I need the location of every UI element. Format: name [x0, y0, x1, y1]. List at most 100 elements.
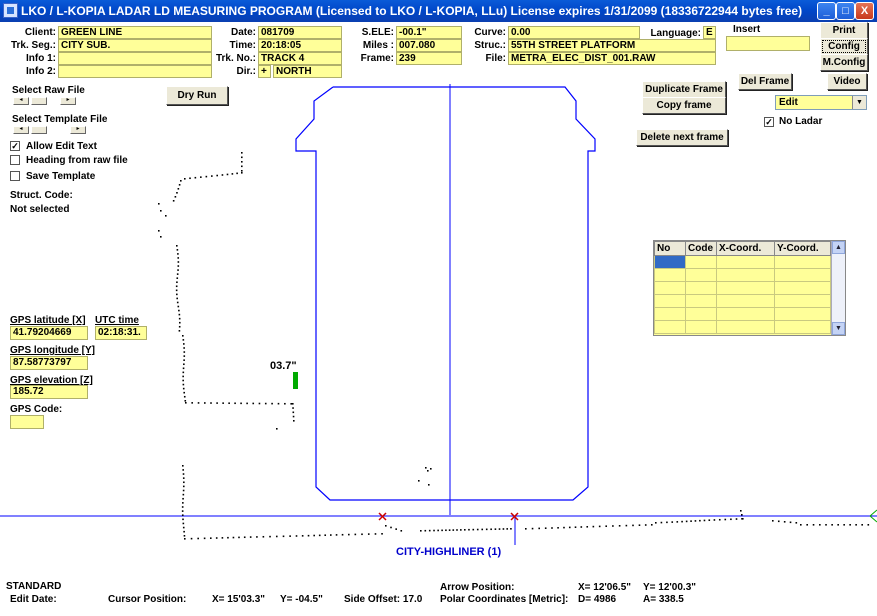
table-cell[interactable]: [685, 268, 717, 282]
grid-scrollbar[interactable]: ▲ ▼: [831, 241, 845, 335]
config-button[interactable]: Config: [820, 38, 868, 55]
table-cell[interactable]: [716, 281, 775, 295]
table-row[interactable]: [654, 281, 831, 295]
ladar-point: [292, 411, 295, 414]
date-field[interactable]: 081709: [258, 26, 342, 39]
table-cell[interactable]: [685, 320, 717, 334]
del-frame-button[interactable]: Del Frame: [738, 73, 792, 90]
template-middle-button[interactable]: [31, 126, 47, 134]
ladar-point: [456, 529, 458, 531]
table-cell[interactable]: [685, 281, 717, 295]
info2-field[interactable]: [58, 65, 212, 78]
raw-prev-button[interactable]: ◂: [13, 97, 29, 105]
ladar-point: [831, 524, 833, 526]
table-cell[interactable]: [716, 307, 775, 321]
table-cell[interactable]: [685, 307, 717, 321]
struc-field[interactable]: 55TH STREET PLATFORM: [508, 39, 716, 52]
frame-field[interactable]: 239: [396, 52, 462, 65]
template-prev-button[interactable]: ◂: [13, 126, 29, 134]
language-field[interactable]: E: [703, 26, 716, 39]
table-cell[interactable]: [685, 294, 717, 308]
raw-next-button[interactable]: ▸: [60, 97, 76, 105]
table-cell[interactable]: [774, 255, 831, 269]
allow-edit-text-label: Allow Edit Text: [26, 141, 97, 152]
status-mode: STANDARD: [6, 581, 62, 592]
ladar-point: [194, 176, 197, 179]
copy-frame-button[interactable]: Copy frame: [642, 97, 726, 114]
template-next-button[interactable]: ▸: [70, 126, 86, 134]
ladar-point: [177, 305, 180, 308]
ladar-point: [197, 537, 199, 540]
table-cell[interactable]: [774, 294, 831, 308]
print-button[interactable]: Print: [820, 22, 868, 39]
table-cell[interactable]: [774, 281, 831, 295]
curve-field[interactable]: 0.00: [508, 26, 640, 39]
utc-field[interactable]: 02:18:31.: [95, 326, 147, 340]
gps-lat-field[interactable]: 41.79204669: [10, 326, 88, 340]
language-label: Language:: [650, 28, 701, 39]
table-cell[interactable]: [774, 268, 831, 282]
ladar-point: [176, 249, 179, 251]
col-y-coord[interactable]: Y-Coord.: [774, 241, 831, 256]
ladar-point: [812, 524, 815, 526]
table-cell[interactable]: [654, 268, 686, 282]
table-cell[interactable]: [685, 255, 717, 269]
ladar-point: [740, 510, 742, 512]
coordinates-grid[interactable]: No Code X-Coord. Y-Coord. ▲ ▼: [653, 240, 846, 336]
table-row[interactable]: [654, 307, 831, 321]
client-field[interactable]: GREEN LINE: [58, 26, 212, 39]
video-button[interactable]: Video: [827, 73, 867, 90]
col-code[interactable]: Code: [685, 241, 717, 256]
table-cell[interactable]: [654, 255, 686, 269]
heading-from-raw-checkbox[interactable]: [10, 155, 20, 165]
file-field[interactable]: METRA_ELEC_DIST_001.RAW: [508, 52, 716, 65]
table-cell[interactable]: [654, 320, 686, 334]
table-cell[interactable]: [654, 281, 686, 295]
save-template-checkbox[interactable]: [10, 171, 20, 181]
ladar-point: [361, 533, 363, 536]
table-cell[interactable]: [716, 294, 775, 308]
table-cell[interactable]: [716, 320, 775, 334]
allow-edit-text-checkbox[interactable]: ✓: [10, 141, 20, 151]
insert-field[interactable]: [726, 36, 810, 51]
scroll-down-icon[interactable]: ▼: [832, 322, 845, 335]
table-cell[interactable]: [774, 307, 831, 321]
gps-lon-field[interactable]: 87.58773797: [10, 356, 88, 370]
table-cell[interactable]: [716, 255, 775, 269]
delete-next-frame-button[interactable]: Delete next frame: [636, 129, 728, 146]
ladar-point: [177, 265, 180, 267]
time-field[interactable]: 20:18:05: [258, 39, 342, 52]
table-row[interactable]: [654, 294, 831, 308]
dir-field[interactable]: NORTH: [273, 65, 342, 78]
ladar-point: [681, 520, 683, 523]
gps-elev-field[interactable]: 185.72: [10, 385, 88, 399]
table-row[interactable]: [654, 255, 831, 269]
info1-field[interactable]: [58, 52, 212, 65]
table-row[interactable]: [654, 320, 831, 334]
trk-no-field[interactable]: TRACK 4: [258, 52, 342, 65]
dry-run-button[interactable]: Dry Run: [166, 86, 228, 105]
table-row[interactable]: [654, 268, 831, 282]
table-cell[interactable]: [774, 320, 831, 334]
raw-middle-button[interactable]: [31, 97, 47, 105]
ladar-point: [241, 161, 243, 163]
ladar-point: [249, 536, 252, 538]
table-cell[interactable]: [654, 307, 686, 321]
struct-code-label: Struct. Code:: [10, 190, 73, 201]
chevron-down-icon[interactable]: ▼: [852, 96, 866, 109]
gps-code-field[interactable]: [10, 415, 44, 429]
col-x-coord[interactable]: X-Coord.: [716, 241, 775, 256]
ladar-point: [441, 529, 443, 532]
duplicate-frame-button[interactable]: Duplicate Frame: [642, 81, 726, 98]
sele-field[interactable]: -00.1": [396, 26, 462, 39]
scroll-up-icon[interactable]: ▲: [832, 241, 845, 254]
dir-sign-field[interactable]: +: [258, 65, 271, 78]
table-cell[interactable]: [654, 294, 686, 308]
trk-seg-field[interactable]: CITY SUB.: [58, 39, 212, 52]
col-no[interactable]: No: [654, 241, 686, 256]
table-cell[interactable]: [716, 268, 775, 282]
no-ladar-checkbox[interactable]: ✓: [764, 117, 774, 127]
mode-select[interactable]: Edit ▼: [775, 95, 867, 110]
mconfig-button[interactable]: M.Config: [820, 54, 868, 71]
miles-field[interactable]: 007.080: [396, 39, 462, 52]
